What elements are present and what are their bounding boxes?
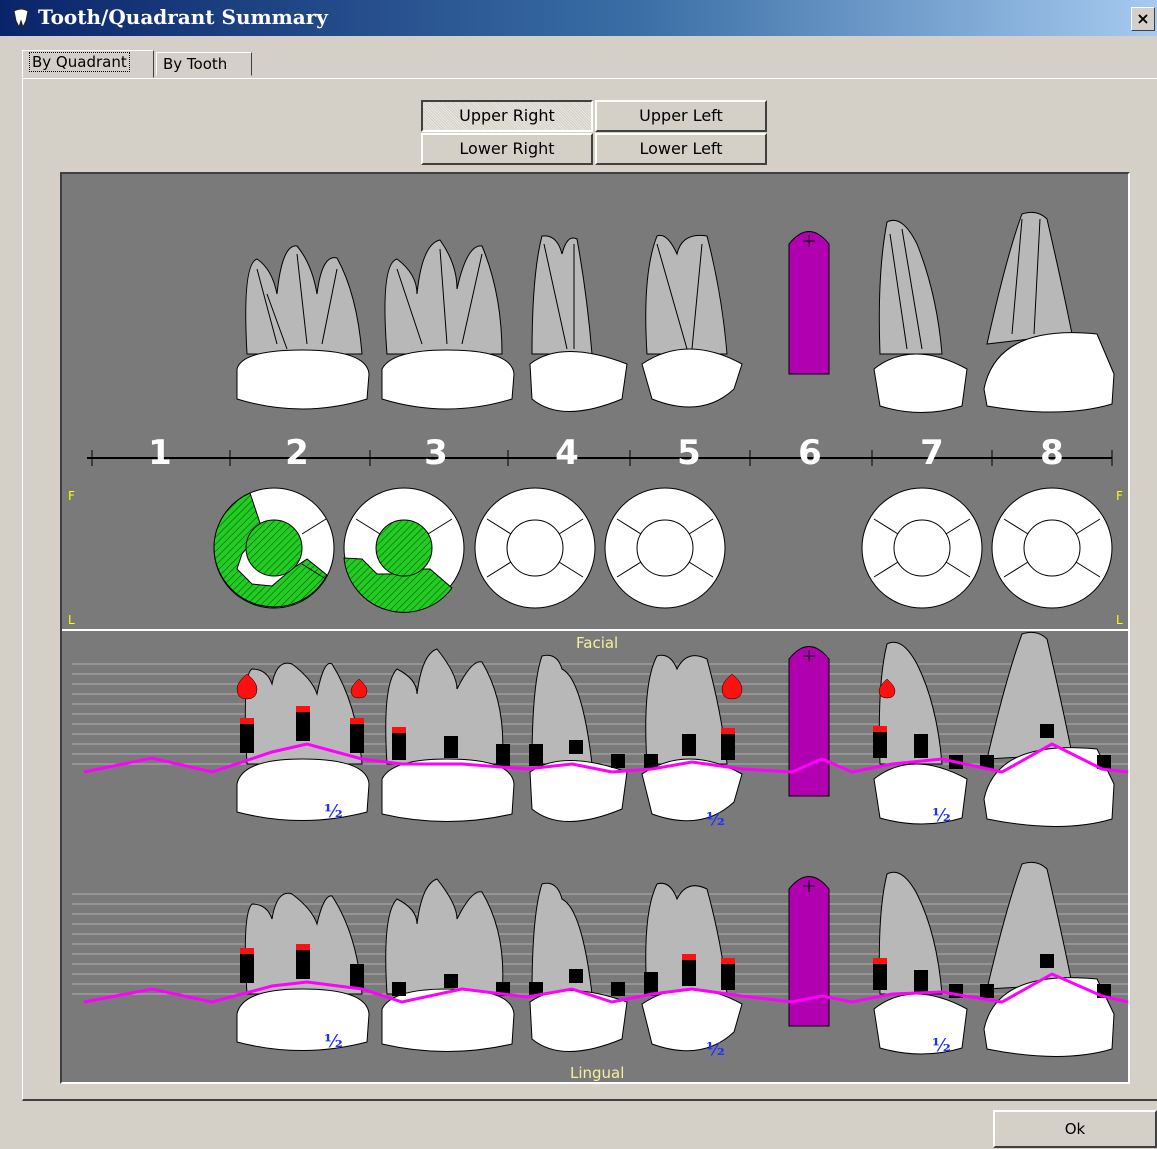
tooth-number-5[interactable]: 5 (677, 433, 701, 473)
half-mark-tooth-7-facial: ½ (932, 805, 951, 826)
tab-by-quadrant[interactable]: By Quadrant (22, 50, 154, 78)
tooth-2-upper[interactable] (236, 245, 370, 410)
facial-perio-chart: ½ ½ ½ (72, 631, 1128, 830)
occlusal-tooth-2[interactable] (213, 487, 335, 609)
tooth-app-icon (13, 8, 29, 29)
tooth-3-upper[interactable] (381, 239, 515, 410)
tab-by-tooth-label: By Tooth (163, 55, 228, 73)
upper-teeth-view (236, 211, 1115, 413)
lower-right-button[interactable]: Lower Right (421, 133, 593, 165)
title-bar: Tooth/Quadrant Summary × (0, 0, 1157, 36)
occlusal-tooth-3[interactable] (343, 487, 465, 613)
lower-left-button[interactable]: Lower Left (595, 133, 767, 165)
surface-mark-lingual-left: L (68, 613, 75, 627)
half-mark-tooth-7-lingual: ½ (932, 1035, 951, 1056)
tooth-number-4[interactable]: 4 (555, 433, 579, 473)
occlusal-tooth-5[interactable] (604, 487, 726, 609)
tooth-number-3[interactable]: 3 (424, 433, 448, 473)
half-mark-tooth-5-lingual: ½ (706, 1039, 725, 1060)
half-mark-tooth-2-lingual: ½ (324, 1031, 343, 1052)
surface-mark-lingual-right: L (1116, 613, 1123, 627)
surface-mark-facial-right: F (1116, 489, 1123, 503)
ok-button[interactable]: Ok (993, 1110, 1157, 1148)
tooth-number-7[interactable]: 7 (920, 433, 944, 473)
lingual-perio-chart: ½ ½ ½ (72, 861, 1128, 1060)
tooth-6-implant-upper[interactable] (788, 231, 830, 375)
facial-grid-lines (72, 663, 1128, 765)
tab-by-quadrant-label: By Quadrant (29, 52, 130, 72)
tooth-number-axis: 1 2 3 4 5 6 7 8 (87, 433, 1113, 473)
half-mark-tooth-5-facial: ½ (706, 809, 725, 830)
occlusal-tooth-8[interactable] (991, 487, 1113, 609)
occlusal-tooth-7[interactable] (861, 487, 983, 609)
tooth-chart-svg: 1 2 3 4 5 6 7 8 F F L L ½ ½ ½ ½ ½ ½ (62, 211, 1128, 1060)
facial-label: Facial (576, 634, 619, 652)
half-mark-tooth-2-facial: ½ (324, 801, 343, 822)
tooth-8-upper[interactable] (983, 211, 1115, 413)
tab-by-tooth[interactable]: By Tooth (156, 52, 252, 76)
tooth-7-upper[interactable] (873, 219, 968, 413)
upper-left-button[interactable]: Upper Left (595, 100, 767, 132)
close-button[interactable]: × (1131, 7, 1155, 31)
tooth-number-2[interactable]: 2 (285, 433, 309, 473)
tooth-4-upper[interactable] (529, 235, 628, 412)
upper-right-button[interactable]: Upper Right (421, 100, 593, 132)
tooth-number-6[interactable]: 6 (798, 433, 822, 473)
lingual-label: Lingual (570, 1064, 625, 1082)
tooth-number-8[interactable]: 8 (1040, 433, 1064, 473)
tooth-number-1[interactable]: 1 (148, 433, 172, 473)
surface-mark-facial-left: F (68, 489, 75, 503)
tooth-5-upper[interactable] (641, 234, 743, 408)
window-title: Tooth/Quadrant Summary (38, 5, 328, 29)
occlusal-tooth-4[interactable] (474, 487, 596, 609)
lingual-grid-lines (72, 893, 1128, 995)
tooth-chart: 1 2 3 4 5 6 7 8 F F L L ½ ½ ½ ½ ½ ½ Faci… (60, 172, 1130, 1084)
occlusal-surfaces (213, 487, 1113, 613)
